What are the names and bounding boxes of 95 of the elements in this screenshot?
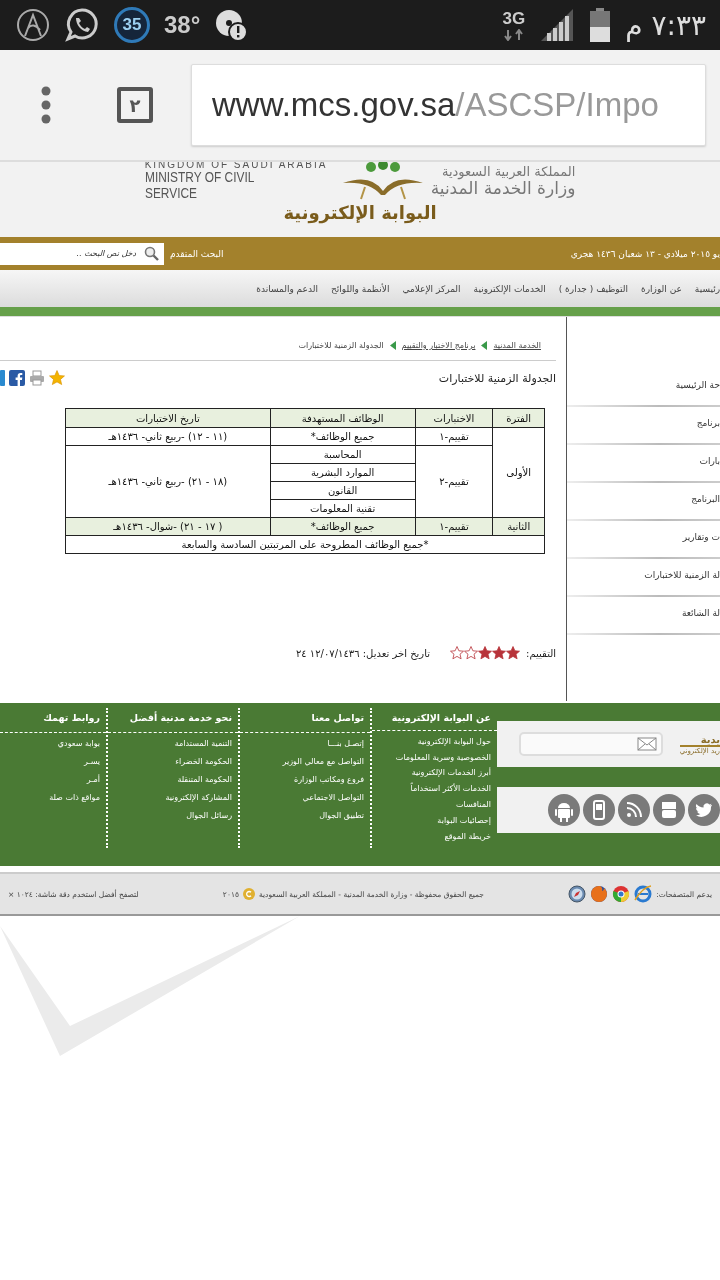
- search-field[interactable]: دخل نص البحث ..: [0, 242, 140, 265]
- rss-icon[interactable]: [618, 794, 650, 826]
- menu-icon[interactable]: [41, 85, 51, 125]
- signal-icon: [539, 7, 576, 43]
- sidebar-item[interactable]: ت وتقارير: [567, 521, 720, 559]
- page-title: الجدولة الزمنية للاختبارات: [438, 371, 556, 385]
- footer-link[interactable]: الحكومة الخضراء: [114, 757, 232, 775]
- column-header: الفترة: [492, 408, 545, 428]
- portal-title: البوابة الإلكترونية: [283, 202, 437, 223]
- footer-link[interactable]: فروع ومكاتب الوزارة: [246, 775, 364, 793]
- filled-star-icon: [506, 646, 521, 660]
- nav-link[interactable]: المركز الإعلامي: [402, 283, 461, 294]
- footer-link[interactable]: المشاركة الإلكترونية: [114, 793, 232, 811]
- footer-heading: نحو خدمة مدنية أفضل: [108, 712, 238, 733]
- copyright-icon: [243, 888, 255, 900]
- sidebar-item[interactable]: لة الشائعة: [567, 597, 720, 635]
- table-cell: الأولى: [492, 427, 545, 518]
- table-note: *جميع الوظائف المطروحة على المرتبتين السادسة والسابعة: [65, 535, 545, 554]
- footer-link[interactable]: إتصـل بنـــا: [246, 739, 364, 757]
- sidebar-item[interactable]: برنامج: [567, 407, 720, 445]
- compass-icon: [568, 885, 587, 903]
- arrow-left-icon: [389, 341, 396, 350]
- facebook-icon[interactable]: [9, 370, 25, 386]
- newsletter-title: يدية: [679, 733, 720, 747]
- footer-link[interactable]: يسـر: [6, 757, 100, 775]
- footer-link[interactable]: التواصل مع معالي الوزير: [246, 757, 364, 775]
- tab-count-button[interactable]: ٢: [117, 87, 153, 123]
- advanced-search-link[interactable]: البحث المتقدم: [170, 248, 224, 259]
- table-cell: (١٨ - ٢١) -ربيع ثاني- ١٤٣٦هـ: [65, 445, 271, 518]
- footer-heading: تواصل معنا: [240, 712, 370, 733]
- footer-link[interactable]: التواصل الاجتماعي: [246, 793, 364, 811]
- ie-icon: [634, 885, 653, 903]
- nav-link[interactable]: الخدمات الإلكترونية: [473, 283, 546, 294]
- footer-link[interactable]: مواقع ذات صلة: [6, 793, 100, 811]
- network-indicator: 3G: [502, 9, 526, 41]
- twitter-icon[interactable]: [688, 794, 720, 826]
- email-field[interactable]: [519, 732, 663, 756]
- footer-heading: روابط تهمك: [0, 712, 106, 733]
- nav-link[interactable]: الأنظمة واللوائح: [330, 283, 390, 294]
- breadcrumb-link[interactable]: برنامج الاختبار والتقييم: [401, 341, 476, 350]
- address-bar[interactable]: www.mcs.gov.sa/ASCSP/Impo: [191, 64, 706, 146]
- envelope-icon: [637, 737, 657, 751]
- footer-link[interactable]: الحكومة المتنقلة: [114, 775, 232, 793]
- search-icon[interactable]: [140, 242, 164, 265]
- column-header: تاريخ الاختبارات: [65, 408, 271, 428]
- nav-link[interactable]: التوظيف ( جدارة ): [558, 283, 628, 294]
- arrow-left-icon: [481, 341, 488, 350]
- notification-badge: 35: [114, 7, 150, 43]
- chrome-icon: [612, 885, 631, 903]
- sidebar-item[interactable]: بارات: [567, 445, 720, 483]
- battery-icon: [589, 7, 612, 43]
- footer-link[interactable]: المنافسات: [378, 800, 491, 817]
- footer-link[interactable]: الخصوصية وسرية المعلومات: [378, 752, 491, 769]
- sidebar-item[interactable]: حة الرئيسية: [567, 369, 720, 407]
- footer-link[interactable]: إحصائيات البوابة: [378, 816, 491, 833]
- clock-text: ٧:٣٣ م: [625, 8, 706, 42]
- footer-link[interactable]: أمـر: [6, 775, 100, 793]
- disc-warning-icon: [214, 8, 249, 42]
- last-modified-text: تاريخ اخر تعديل: ١٢/٠٧/١٤٣٦ ٢٤: [295, 647, 431, 659]
- filled-star-icon: [478, 646, 493, 660]
- firefox-icon: [590, 885, 609, 903]
- mobile-phone-icon[interactable]: [583, 794, 615, 826]
- nav-link[interactable]: رئيسية: [694, 283, 720, 294]
- footer-heading: عن البوابة الإلكترونية: [372, 712, 497, 731]
- table-cell: تقييم-١: [415, 427, 493, 446]
- footer-link[interactable]: رسائل الجوال: [114, 811, 232, 829]
- english-ministry-name: MINISTRY OF CIVIL SERVICE: [144, 169, 255, 200]
- nav-link[interactable]: الدعم والمساندة: [256, 283, 318, 294]
- footer-link[interactable]: بوابة سعودي: [6, 739, 100, 757]
- table-cell: (١١ - ١٢) -ربيع ثاني- ١٤٣٦هـ: [65, 427, 271, 446]
- breadcrumb-current: الجدولة الزمنية للاختبارات: [298, 341, 384, 350]
- date-text: يو ٢٠١٥ ميلادي - ١٣ شعبان ١٤٣٦ هجري: [570, 248, 720, 259]
- sidebar-item[interactable]: البرنامج: [567, 483, 720, 521]
- breadcrumb-link[interactable]: الخدمة المدنية: [493, 341, 541, 350]
- arabic-subtitle: المملكة العربية السعودية: [441, 164, 576, 178]
- footer-link[interactable]: خريطة الموقع: [378, 832, 491, 848]
- temperature-text: 38°: [164, 11, 201, 39]
- table-cell: المحاسبة: [270, 445, 415, 464]
- sidebar-item[interactable]: لة الزمنية للاختبارات: [567, 559, 720, 597]
- chat-bubble-icon: [64, 7, 100, 43]
- rating-label: التقييم:: [526, 647, 556, 659]
- filled-star-icon: [492, 646, 507, 660]
- star-rating[interactable]: [450, 646, 521, 660]
- table-cell: تقييم-٢: [415, 445, 493, 518]
- letter-a-icon: [16, 8, 50, 42]
- star-icon[interactable]: [49, 370, 65, 386]
- footer-link[interactable]: تطبيق الجوال: [246, 811, 364, 829]
- footer-link[interactable]: حول البوابة الإلكترونية: [378, 736, 491, 753]
- footer-link[interactable]: الخدمات الأكثر استخداماً: [378, 784, 491, 801]
- table-cell: جميع الوظائف*: [270, 427, 415, 446]
- footer-link[interactable]: التنمية المستدامة: [114, 739, 232, 757]
- column-header: الوظائف المستهدفة: [270, 408, 415, 428]
- nav-link[interactable]: عن الوزارة: [640, 283, 682, 294]
- android-icon[interactable]: [548, 794, 580, 826]
- column-header: الاختبارات: [415, 408, 493, 428]
